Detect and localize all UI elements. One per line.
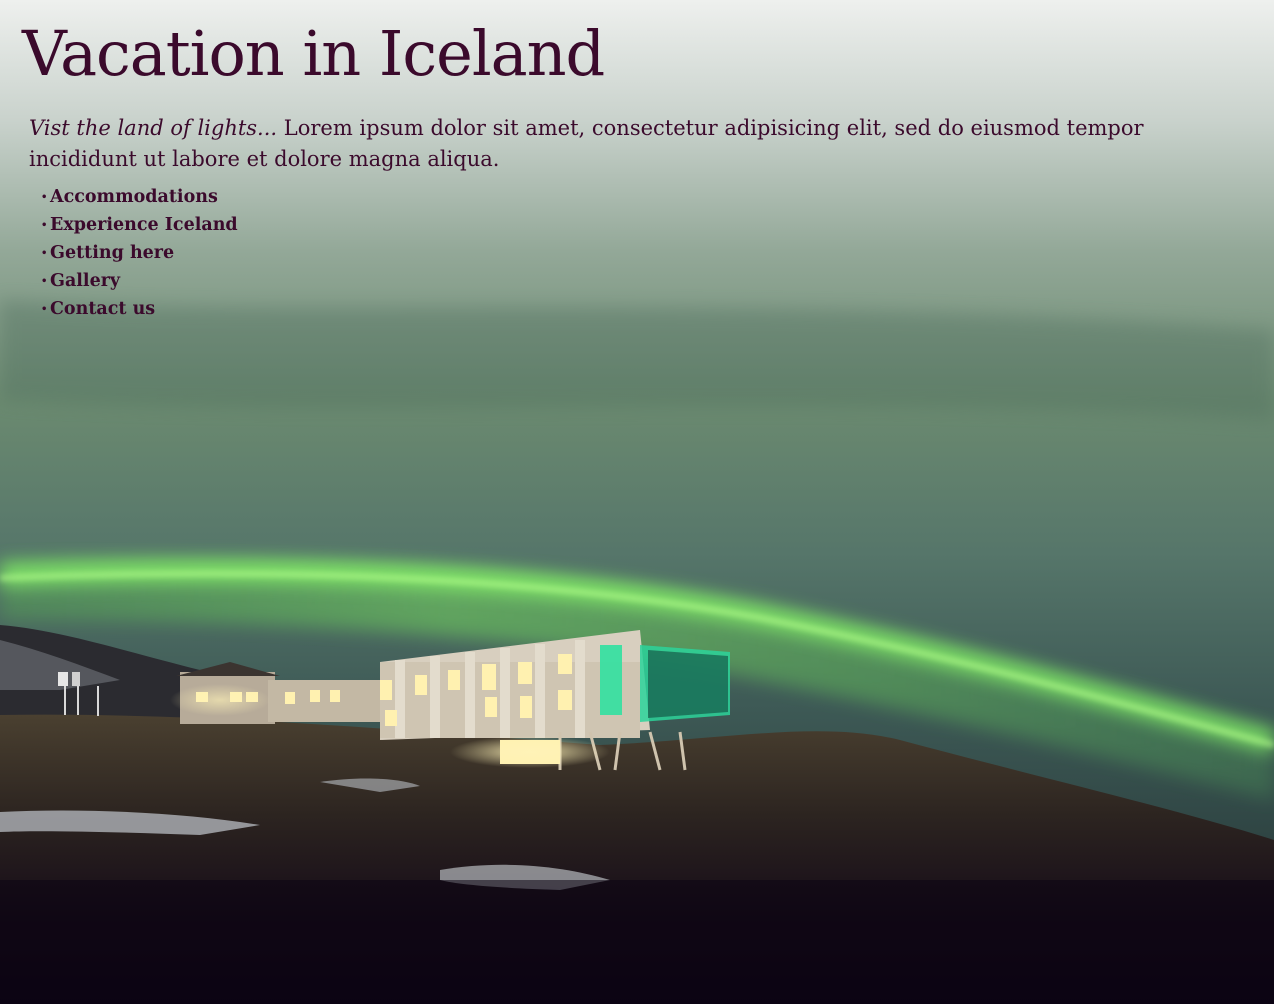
nav-menu: • Accommodations • Experience Iceland • Get… — [41, 183, 238, 323]
nav-link-contact-us[interactable]: Contact us — [50, 299, 155, 319]
bullet-icon: • — [41, 191, 48, 203]
nav-item-contact-us: • Contact us — [41, 295, 238, 323]
nav-item-accommodations: • Accommodations — [41, 183, 238, 211]
intro-paragraph: Vist the land of lights... Lorem ipsum d… — [29, 113, 1149, 175]
intro-lead: Vist the land of lights... — [29, 116, 278, 140]
nav-link-experience-iceland[interactable]: Experience Iceland — [50, 215, 238, 235]
bullet-icon: • — [41, 247, 48, 259]
nav-item-experience-iceland: • Experience Iceland — [41, 211, 238, 239]
page-title: Vacation in Iceland — [22, 17, 605, 90]
bullet-icon: • — [41, 303, 48, 315]
bullet-icon: • — [41, 219, 48, 231]
bullet-icon: • — [41, 275, 48, 287]
nav-link-gallery[interactable]: Gallery — [50, 271, 120, 291]
nav-link-accommodations[interactable]: Accommodations — [50, 187, 218, 207]
nav-item-getting-here: • Getting here — [41, 239, 238, 267]
nav-item-gallery: • Gallery — [41, 267, 238, 295]
nav-link-getting-here[interactable]: Getting here — [50, 243, 174, 263]
